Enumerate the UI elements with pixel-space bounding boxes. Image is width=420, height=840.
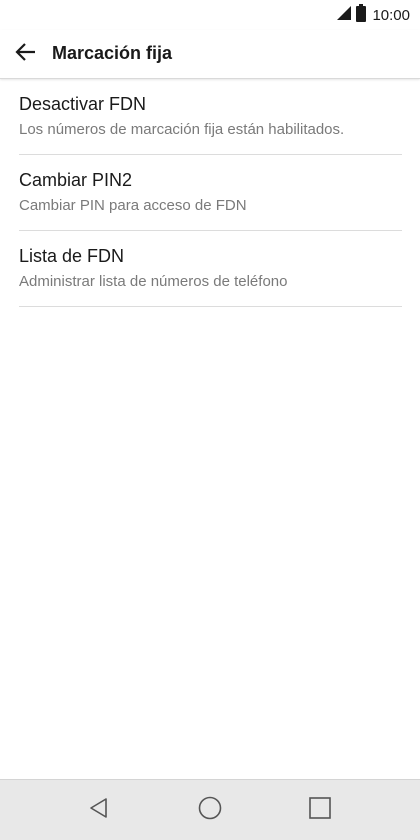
signal-icon — [336, 5, 352, 26]
settings-list: Desactivar FDN Los números de marcación … — [0, 79, 420, 307]
list-item-lista-de-fdn[interactable]: Lista de FDN Administrar lista de número… — [19, 231, 402, 307]
home-circle-icon — [197, 795, 223, 826]
item-title: Lista de FDN — [19, 246, 125, 266]
back-triangle-icon — [87, 796, 111, 825]
status-time: 10:00 — [372, 6, 410, 24]
list-item-cambiar-pin2[interactable]: Cambiar PIN2 Cambiar PIN para acceso de … — [19, 155, 402, 231]
item-title: Cambiar PIN2 — [19, 170, 133, 190]
item-subtitle: Cambiar PIN para acceso de FDN — [19, 197, 247, 214]
page-title: Marcación fija — [52, 43, 173, 63]
item-title: Desactivar FDN — [19, 94, 147, 114]
app-bar: Marcación fija — [0, 30, 420, 79]
item-subtitle: Administrar lista de números de teléfono — [19, 273, 288, 290]
status-icons: 10:00 — [336, 3, 410, 27]
navigation-bar — [0, 779, 420, 840]
battery-icon — [356, 3, 367, 27]
nav-back-button[interactable] — [79, 790, 119, 830]
back-arrow-icon — [14, 40, 38, 69]
nav-home-button[interactable] — [190, 790, 230, 830]
status-bar: 10:00 — [0, 0, 420, 30]
back-button[interactable] — [8, 36, 44, 72]
nav-recents-button[interactable] — [300, 790, 340, 830]
recents-square-icon — [308, 796, 332, 825]
list-item-desactivar-fdn[interactable]: Desactivar FDN Los números de marcación … — [19, 79, 402, 155]
item-subtitle: Los números de marcación fija están habi… — [19, 121, 345, 138]
